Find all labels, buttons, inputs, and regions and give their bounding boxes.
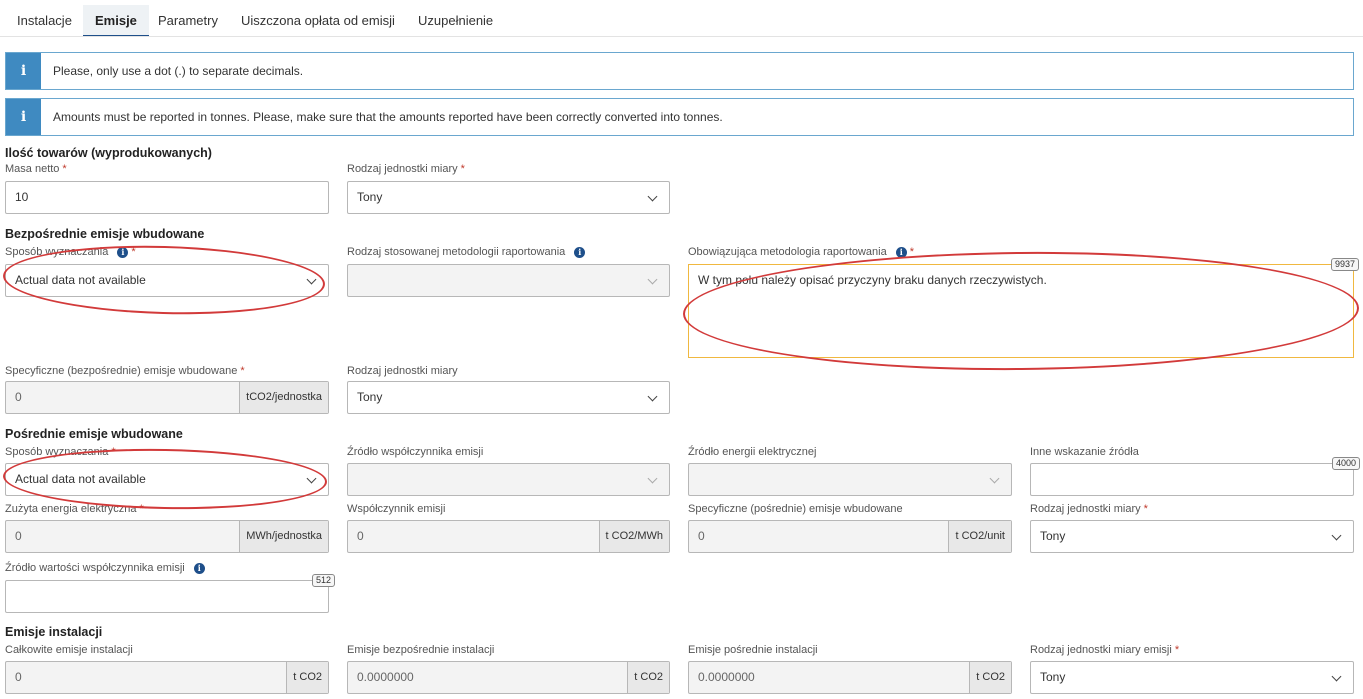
indirect-method-label: Sposób wyznaczania * [5, 446, 116, 458]
unit-addon: t CO2 [286, 662, 328, 693]
section-title-installation: Emisje instalacji [5, 625, 103, 639]
unit-addon: t CO2 [969, 662, 1011, 693]
inst-unit-label: Rodzaj jednostki miary emisji * [1030, 644, 1180, 656]
mass-input[interactable]: 10 [5, 181, 329, 214]
char-counter: 512 [312, 574, 336, 587]
info-icon: i [6, 99, 41, 135]
indirect-method-select[interactable]: Actual data not available [5, 463, 329, 496]
applicable-method-textarea[interactable]: W tym polu należy opisać przyczyny braku… [688, 264, 1354, 358]
unit-addon: tCO2/jednostka [239, 382, 328, 413]
info-icon: i [193, 563, 205, 574]
ef-source-select[interactable] [347, 463, 670, 496]
info-text: Amounts must be reported in tonnes. Plea… [53, 110, 723, 124]
reporting-type-select[interactable] [347, 264, 670, 297]
ef-source-label: Źródło współczynnika emisji [347, 446, 484, 458]
tab-uiszczona-oplata[interactable]: Uiszczona opłata od emisji [229, 5, 407, 37]
ef-value-source-input[interactable] [5, 580, 329, 613]
char-counter: 9937 [1331, 258, 1360, 271]
elec-source-select[interactable] [688, 463, 1012, 496]
ef-value-source-label: Źródło wartości współczynnika emisji i [5, 562, 205, 574]
indirect-unit-select[interactable]: Tony [1030, 520, 1354, 553]
inst-unit-select[interactable]: Tony [1030, 661, 1354, 694]
info-text: Please, only use a dot (.) to separate d… [53, 64, 304, 78]
section-title-goods: Ilość towarów (wyprodukowanych) [5, 146, 212, 160]
energy-input[interactable]: 0 MWh/jednostka [5, 520, 329, 553]
tab-divider [0, 36, 1363, 37]
direct-method-select[interactable]: Actual data not available [5, 264, 329, 297]
reporting-type-label: Rodzaj stosowanej metodologii raportowan… [347, 246, 586, 258]
char-counter: 4000 [1332, 457, 1361, 470]
applicable-method-label: Obowiązująca metodologia raportowania i * [688, 246, 915, 258]
section-title-direct: Bezpośrednie emisje wbudowane [5, 227, 205, 241]
unit-addon: t CO2 [627, 662, 669, 693]
inst-direct-label: Emisje bezpośrednie instalacji [347, 644, 495, 656]
direct-specific-label: Specyficzne (bezpośrednie) emisje wbudow… [5, 365, 245, 377]
inst-indirect-label: Emisje pośrednie instalacji [688, 644, 818, 656]
direct-specific-input[interactable]: 0 tCO2/jednostka [5, 381, 329, 414]
indirect-specific-input[interactable]: 0t CO2/unit [688, 520, 1012, 553]
tab-parametry[interactable]: Parametry [146, 5, 230, 37]
inst-direct-input[interactable]: 0.0000000 t CO2 [347, 661, 670, 694]
other-source-label: Inne wskazanie źródła [1030, 446, 1139, 458]
info-icon: i [895, 247, 907, 258]
goods-unit-label: Rodzaj jednostki miary * [347, 163, 465, 175]
direct-method-label: Sposób wyznaczania i * [5, 246, 136, 258]
total-emissions-input[interactable]: 0t CO2 [5, 661, 329, 694]
unit-addon: MWh/jednostka [239, 521, 328, 552]
info-icon: i [6, 53, 41, 89]
total-emissions-label: Całkowite emisje instalacji [5, 644, 133, 656]
unit-addon: t CO2/MWh [598, 521, 669, 552]
energy-label: Zużyta energia elektryczna * [5, 503, 144, 515]
direct-unit-select[interactable]: Tony [347, 381, 670, 414]
indirect-unit-label: Rodzaj jednostki miary * [1030, 503, 1148, 515]
other-source-input[interactable] [1030, 463, 1354, 496]
indirect-specific-label: Specyficzne (pośrednie) emisje wbudowane [688, 503, 903, 515]
tab-uzupelnienie[interactable]: Uzupełnienie [406, 5, 505, 37]
tab-emisje[interactable]: Emisje [83, 5, 149, 37]
goods-unit-select[interactable]: Tony [347, 181, 670, 214]
tab-instalacje[interactable]: Instalacje [5, 5, 84, 37]
section-title-indirect: Pośrednie emisje wbudowane [5, 427, 183, 441]
mass-label: Masa netto * [5, 163, 67, 175]
ef-input[interactable]: 0t CO2/MWh [347, 520, 670, 553]
ef-label: Współczynnik emisji [347, 503, 446, 515]
elec-source-label: Źródło energii elektrycznej [688, 446, 817, 458]
direct-unit-label: Rodzaj jednostki miary [347, 365, 458, 377]
unit-addon: t CO2/unit [948, 521, 1011, 552]
info-banner-tonnes: i Amounts must be reported in tonnes. Pl… [5, 98, 1354, 136]
info-icon: i [117, 247, 129, 258]
info-icon: i [574, 247, 586, 258]
inst-indirect-input[interactable]: 0.0000000 t CO2 [688, 661, 1012, 694]
info-banner-decimals: i Please, only use a dot (.) to separate… [5, 52, 1354, 90]
